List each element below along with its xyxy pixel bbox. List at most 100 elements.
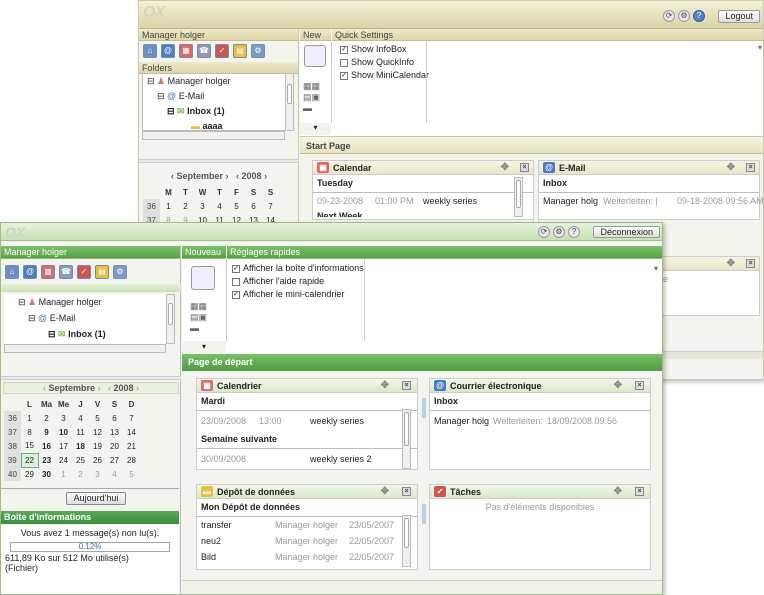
settings-icon[interactable]: ⚙ bbox=[553, 226, 565, 238]
logout-button[interactable]: Logout bbox=[718, 10, 760, 23]
help-icon[interactable]: ? bbox=[693, 10, 705, 22]
calendar-day[interactable]: 9 bbox=[38, 425, 55, 439]
portal-icon[interactable]: ⌂ bbox=[5, 265, 19, 279]
tree-scrollbar[interactable] bbox=[166, 294, 175, 344]
resize-handle[interactable] bbox=[422, 504, 426, 524]
prev-year-icon[interactable]: ‹ bbox=[108, 383, 111, 393]
mail-icon[interactable]: @ bbox=[23, 265, 37, 279]
calendar-day[interactable]: 26 bbox=[89, 453, 106, 467]
calendar-day[interactable]: 15 bbox=[21, 439, 38, 453]
calendar-day[interactable]: 20 bbox=[106, 439, 123, 453]
calendar-day[interactable]: 8 bbox=[21, 425, 38, 439]
tab-new[interactable]: Nouveau bbox=[182, 246, 226, 259]
calendar-day[interactable]: 14 bbox=[123, 425, 140, 439]
calendar-day[interactable]: 3 bbox=[194, 199, 211, 213]
calendar-day[interactable]: 6 bbox=[106, 411, 123, 425]
prev-year-icon[interactable]: ‹ bbox=[236, 171, 239, 181]
dropdown-icon[interactable]: ▾ bbox=[758, 43, 762, 52]
event-row[interactable]: 23/09/2008 13:00 weekly series bbox=[197, 410, 417, 431]
calendar-day[interactable]: 1 bbox=[160, 199, 177, 213]
tasks-icon[interactable]: ✓ bbox=[77, 265, 91, 279]
infostore-icon[interactable]: ▤ bbox=[233, 44, 247, 58]
tab-new[interactable]: New bbox=[300, 29, 331, 41]
prev-month-icon[interactable]: ‹ bbox=[43, 383, 46, 393]
today-button[interactable]: Aujourd'hui bbox=[66, 492, 126, 505]
calendar-day[interactable]: 28 bbox=[123, 453, 140, 467]
calendar-day[interactable]: 17 bbox=[55, 439, 72, 453]
close-icon[interactable]: × bbox=[402, 487, 411, 496]
new-mail-icon[interactable] bbox=[191, 266, 215, 290]
splitter[interactable] bbox=[139, 159, 299, 163]
tree-scrollbar[interactable] bbox=[285, 73, 294, 131]
calendar-day[interactable]: 2 bbox=[72, 467, 89, 481]
event-row[interactable]: 09-23-2008 01:00 PM weekly series bbox=[313, 192, 533, 209]
option-show-minicalendar[interactable]: ✓ Show MiniCalendar bbox=[340, 69, 429, 82]
refresh-icon[interactable]: ⟳ bbox=[538, 226, 550, 238]
calendar-day[interactable]: 5 bbox=[123, 467, 140, 481]
tree-hscrollbar[interactable] bbox=[4, 344, 166, 353]
calendar-day[interactable]: 10 bbox=[55, 425, 72, 439]
refresh-icon[interactable]: ⟳ bbox=[663, 10, 675, 22]
options-icon[interactable]: ⚙ bbox=[113, 265, 127, 279]
close-icon[interactable]: × bbox=[635, 381, 644, 390]
next-year-icon[interactable]: › bbox=[136, 383, 139, 393]
calendar-day[interactable]: 11 bbox=[72, 425, 89, 439]
prev-month-icon[interactable]: ‹ bbox=[171, 171, 174, 181]
calendar-day[interactable]: 7 bbox=[123, 411, 140, 425]
tree-item-inbox[interactable]: ⊟ ✉ Inbox (1) bbox=[4, 326, 166, 342]
move-icon[interactable]: ✥ bbox=[501, 161, 509, 175]
infostore-row[interactable]: neu2 Manager holger 22/05/2007 bbox=[197, 533, 417, 549]
calendar-scrollbar[interactable] bbox=[514, 177, 523, 217]
calendar-day[interactable]: 25 bbox=[72, 453, 89, 467]
next-year-icon[interactable]: › bbox=[264, 171, 267, 181]
close-icon[interactable]: × bbox=[746, 259, 755, 268]
week-number[interactable]: 36 bbox=[4, 411, 21, 425]
close-icon[interactable]: × bbox=[746, 163, 755, 172]
move-icon[interactable]: ✥ bbox=[727, 161, 735, 175]
dropdown-icon[interactable]: ▾ bbox=[654, 264, 658, 273]
calendar-day[interactable]: 18 bbox=[72, 439, 89, 453]
next-month-icon[interactable]: › bbox=[225, 171, 228, 181]
tree-item-email[interactable]: ⊟ @ E-Mail bbox=[143, 89, 285, 104]
calendar-day[interactable]: 1 bbox=[55, 467, 72, 481]
next-month-icon[interactable]: › bbox=[97, 383, 100, 393]
calendar-day[interactable]: 3 bbox=[55, 411, 72, 425]
calendar-day[interactable]: 6 bbox=[245, 199, 262, 213]
calendar-day[interactable]: 24 bbox=[55, 453, 72, 467]
infostore-scrollbar[interactable] bbox=[402, 515, 411, 567]
calendar-day[interactable]: 5 bbox=[89, 411, 106, 425]
close-icon[interactable]: × bbox=[520, 163, 529, 172]
calendar-day[interactable]: 5 bbox=[228, 199, 245, 213]
new-mail-icon[interactable] bbox=[304, 45, 326, 67]
tasks-icon[interactable]: ✓ bbox=[215, 44, 229, 58]
week-number[interactable]: 36 bbox=[143, 199, 160, 213]
option-show-quickinfo[interactable]: Afficher l'aide rapide bbox=[232, 275, 364, 288]
infostore-row[interactable]: transfer Manager holger 23/05/2007 bbox=[197, 517, 417, 533]
resize-handle[interactable] bbox=[422, 398, 426, 418]
option-show-minicalendar[interactable]: ✓ Afficher le mini-calendrier bbox=[232, 288, 364, 301]
calendar-icon[interactable]: ▦ bbox=[41, 265, 55, 279]
calendar-day[interactable]: 21 bbox=[123, 439, 140, 453]
calendar-day[interactable]: 2 bbox=[38, 411, 55, 425]
calendar-day[interactable]: 4 bbox=[211, 199, 228, 213]
calendar-day[interactable]: 4 bbox=[106, 467, 123, 481]
option-show-infobox[interactable]: ✓ Show InfoBox bbox=[340, 43, 429, 56]
move-icon[interactable]: ✥ bbox=[614, 379, 622, 393]
tab-quick-settings[interactable]: Quick Settings bbox=[332, 29, 763, 41]
calendar-day[interactable]: 2 bbox=[177, 199, 194, 213]
week-number[interactable]: 37 bbox=[4, 425, 21, 439]
logout-button[interactable]: Déconnexion bbox=[593, 226, 660, 238]
infostore-row[interactable]: Bild Manager holger 22/05/2007 bbox=[197, 549, 417, 565]
calendar-day[interactable]: 16 bbox=[38, 439, 55, 453]
week-number[interactable]: 40 bbox=[4, 467, 21, 481]
calendar-day[interactable]: 4 bbox=[72, 411, 89, 425]
collapse-icon[interactable]: ▾ bbox=[182, 341, 226, 353]
calendar-day[interactable]: 29 bbox=[21, 467, 38, 481]
week-number[interactable]: 39 bbox=[4, 453, 21, 467]
tree-hscrollbar[interactable] bbox=[142, 131, 285, 140]
mail-row[interactable]: Manager holg Weiterleiten: | 09-18-2008 … bbox=[539, 192, 763, 209]
new-items-icons[interactable]: ▦▦ ▤▣ ▬ bbox=[303, 81, 327, 117]
unread-messages[interactable]: Vous avez 1 message(s) non lu(s). bbox=[1, 528, 179, 538]
calendar-day[interactable]: 1 bbox=[21, 411, 38, 425]
help-icon[interactable]: ? bbox=[568, 226, 580, 238]
